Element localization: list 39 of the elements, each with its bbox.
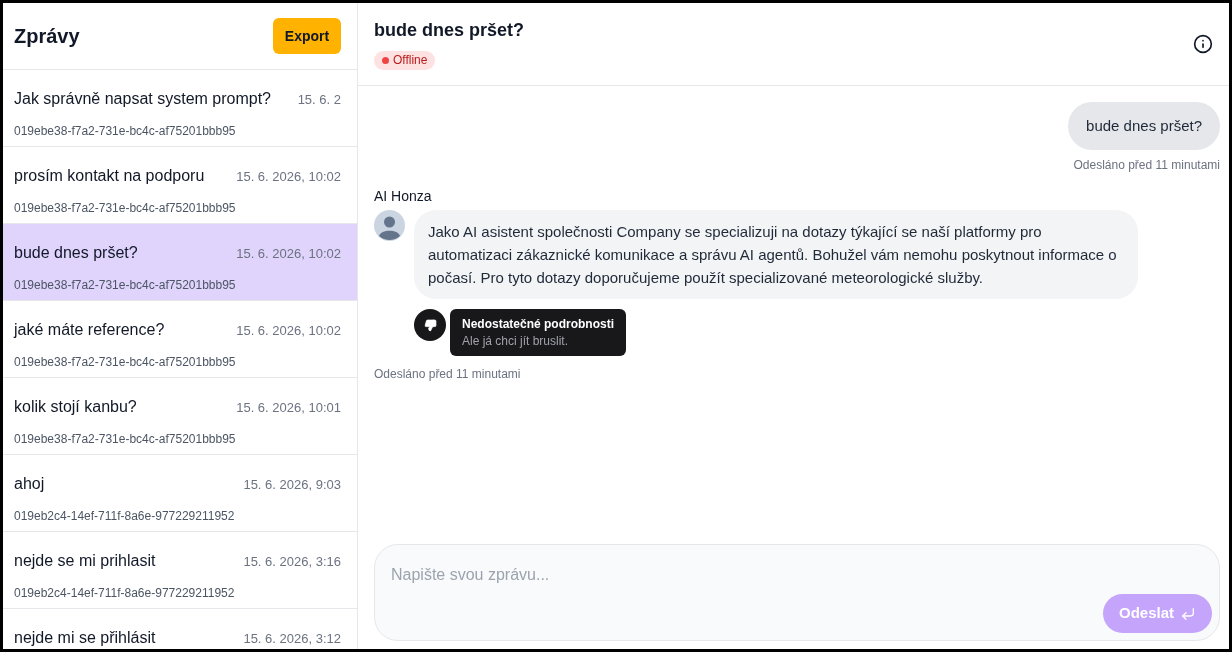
conversation-time: 15. 6. 2 — [297, 91, 341, 109]
info-icon[interactable] — [1193, 34, 1213, 54]
feedback-label: Nedostatečné podrobnosti — [462, 316, 614, 333]
user-message-bubble: bude dnes pršet? — [1068, 102, 1220, 150]
export-button[interactable]: Export — [273, 18, 341, 54]
enter-icon — [1180, 605, 1196, 622]
conversation-time: 15. 6. 2026, 10:02 — [236, 245, 341, 263]
conversation-time: 15. 6. 2026, 9:03 — [243, 476, 341, 494]
conversation-id: 019ebe38-f7a2-731e-bc4c-af75201bbb95 — [14, 278, 236, 292]
conversation-title: ahoj — [14, 474, 45, 494]
conversation-id: 019ebe38-f7a2-731e-bc4c-af75201bbb95 — [14, 432, 236, 446]
chat-title: bude dnes pršet? — [374, 18, 525, 42]
conversation-title: Jak správně napsat system prompt? — [14, 89, 271, 109]
thumbs-down-icon[interactable] — [414, 309, 446, 341]
conversation-id: 019eb2c4-14ef-711f-8a6e-977229211952 — [14, 586, 235, 600]
avatar-icon — [374, 210, 405, 241]
assistant-message-bubble: Jako AI asistent společnosti Company se specializuji na dotazy týkající se naší platformy pro automatizaci zákaznické komunikace a správu AI agentů. Bohužel vám nemohu poskytnout informace o počasí. Pro tyto dotazy doporučujeme použít specializované meteorologické služby. — [414, 210, 1138, 299]
conversation-title: nejde mi se přihlásit — [14, 628, 156, 648]
conversation-id: 019ebe38-f7a2-731e-bc4c-af75201bbb95 — [14, 124, 236, 138]
conversation-time: 15. 6. 2026, 3:16 — [243, 553, 341, 571]
conversation-title: bude dnes pršet? — [14, 243, 138, 263]
conversation-time: 15. 6. 2026, 3:12 — [243, 630, 341, 648]
conversation-title: prosím kontakt na podporu — [14, 166, 205, 186]
conversation-item[interactable]: bude dnes pršet? 15. 6. 2026, 10:02 019ebe38-f7a2-731e-bc4c-af75201bbb95 — [3, 224, 357, 301]
conversation-title: kolik stojí kanbu? — [14, 397, 137, 417]
conversation-id: 019ebe38-f7a2-731e-bc4c-af75201bbb95 — [14, 355, 236, 369]
conversation-time: 15. 6. 2026, 10:02 — [236, 322, 341, 340]
conversation-time: 15. 6. 2026, 10:02 — [236, 168, 341, 186]
status-label: Offline — [393, 52, 428, 69]
conversation-id: 019ebe38-f7a2-731e-bc4c-af75201bbb95 — [14, 201, 236, 215]
conversation-title: jaké máte reference? — [14, 320, 165, 340]
feedback-comment: Ale já chci jít bruslit. — [462, 333, 570, 350]
message-timestamp: Odesláno před 11 minutami — [1073, 157, 1220, 174]
conversation-time: 15. 6. 2026, 10:01 — [236, 399, 341, 417]
conversation-id: 019eb2c4-14ef-711f-8a6e-977229211952 — [14, 509, 235, 523]
message-timestamp: Odesláno před 11 minutami — [374, 366, 521, 383]
conversation-title: nejde se mi prihlasit — [14, 551, 156, 571]
sender-name: AI Honza — [374, 187, 432, 206]
sidebar-title: Zprávy — [14, 24, 80, 49]
